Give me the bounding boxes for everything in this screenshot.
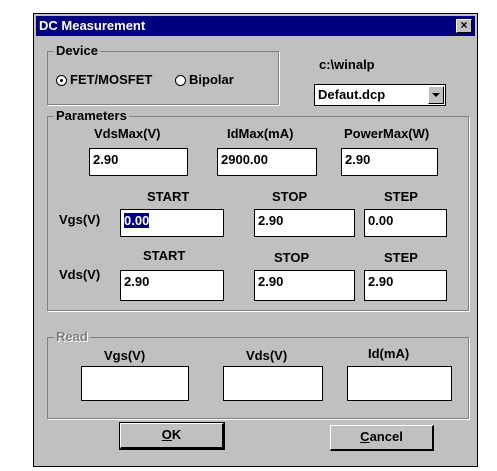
vgs-stop-input[interactable]: 2.90 [254,209,355,237]
read-vds-display [223,366,323,401]
idmax-input[interactable]: 2900.00 [217,148,317,176]
cancel-button[interactable]: Cancel [330,425,434,451]
read-id-label: Id(mA) [368,346,410,361]
read-id-display [347,366,452,401]
vds-stop-label: STOP [274,250,310,265]
config-file-select[interactable]: Defaut.dcp [314,84,446,106]
ok-label-rest: K [171,427,182,442]
vds-row-label: Vds(V) [59,267,101,282]
vgs-start-input[interactable]: 0.00 [120,209,224,237]
vds-start-input[interactable]: 2.90 [120,270,224,301]
vdsmax-input[interactable]: 2.90 [89,148,188,176]
cancel-label-rest: ancel [369,429,403,444]
title-bar[interactable]: DC Measurement × [36,16,475,36]
ok-mnemonic: O [161,427,172,442]
vgs-step-input[interactable]: 0.00 [364,209,447,237]
ok-button[interactable]: OK [119,422,225,450]
vgs-start-label: START [147,189,190,204]
read-group-label: Read [54,329,90,344]
cancel-mnemonic: C [360,429,370,444]
powermax-input[interactable]: 2.90 [341,148,438,176]
chevron-down-icon[interactable] [428,86,444,104]
vdsmax-label: VdsMax(V) [94,126,161,141]
window-title: DC Measurement [39,18,146,33]
vgs-row-label: Vgs(V) [59,212,101,227]
bipolar-radio[interactable] [175,75,186,86]
vgs-start-value: 0.00 [124,213,150,228]
vds-stop-input[interactable]: 2.90 [254,270,355,301]
powermax-label: PowerMax(W) [344,126,430,141]
read-vds-label: Vds(V) [246,348,288,363]
fet-mosfet-radio[interactable] [56,75,67,86]
vds-start-label: START [143,248,186,263]
config-file-value: Defaut.dcp [318,87,386,102]
dc-measurement-dialog: DC Measurement × Device FET/MOSFET Bipol… [33,13,478,467]
read-vgs-label: Vgs(V) [104,348,146,363]
vds-step-label: STEP [384,250,418,265]
bipolar-label[interactable]: Bipolar [189,72,234,87]
vgs-step-label: STEP [384,189,418,204]
read-vgs-display [81,366,189,401]
idmax-label: IdMax(mA) [227,126,294,141]
close-button[interactable]: × [456,19,472,33]
vgs-stop-label: STOP [272,189,308,204]
path-label: c:\winalp [319,57,375,72]
fet-mosfet-label[interactable]: FET/MOSFET [70,72,152,87]
device-group-label: Device [54,43,100,58]
close-icon: × [460,18,468,32]
vds-step-input[interactable]: 2.90 [364,270,447,301]
parameters-group-label: Parameters [54,108,129,123]
